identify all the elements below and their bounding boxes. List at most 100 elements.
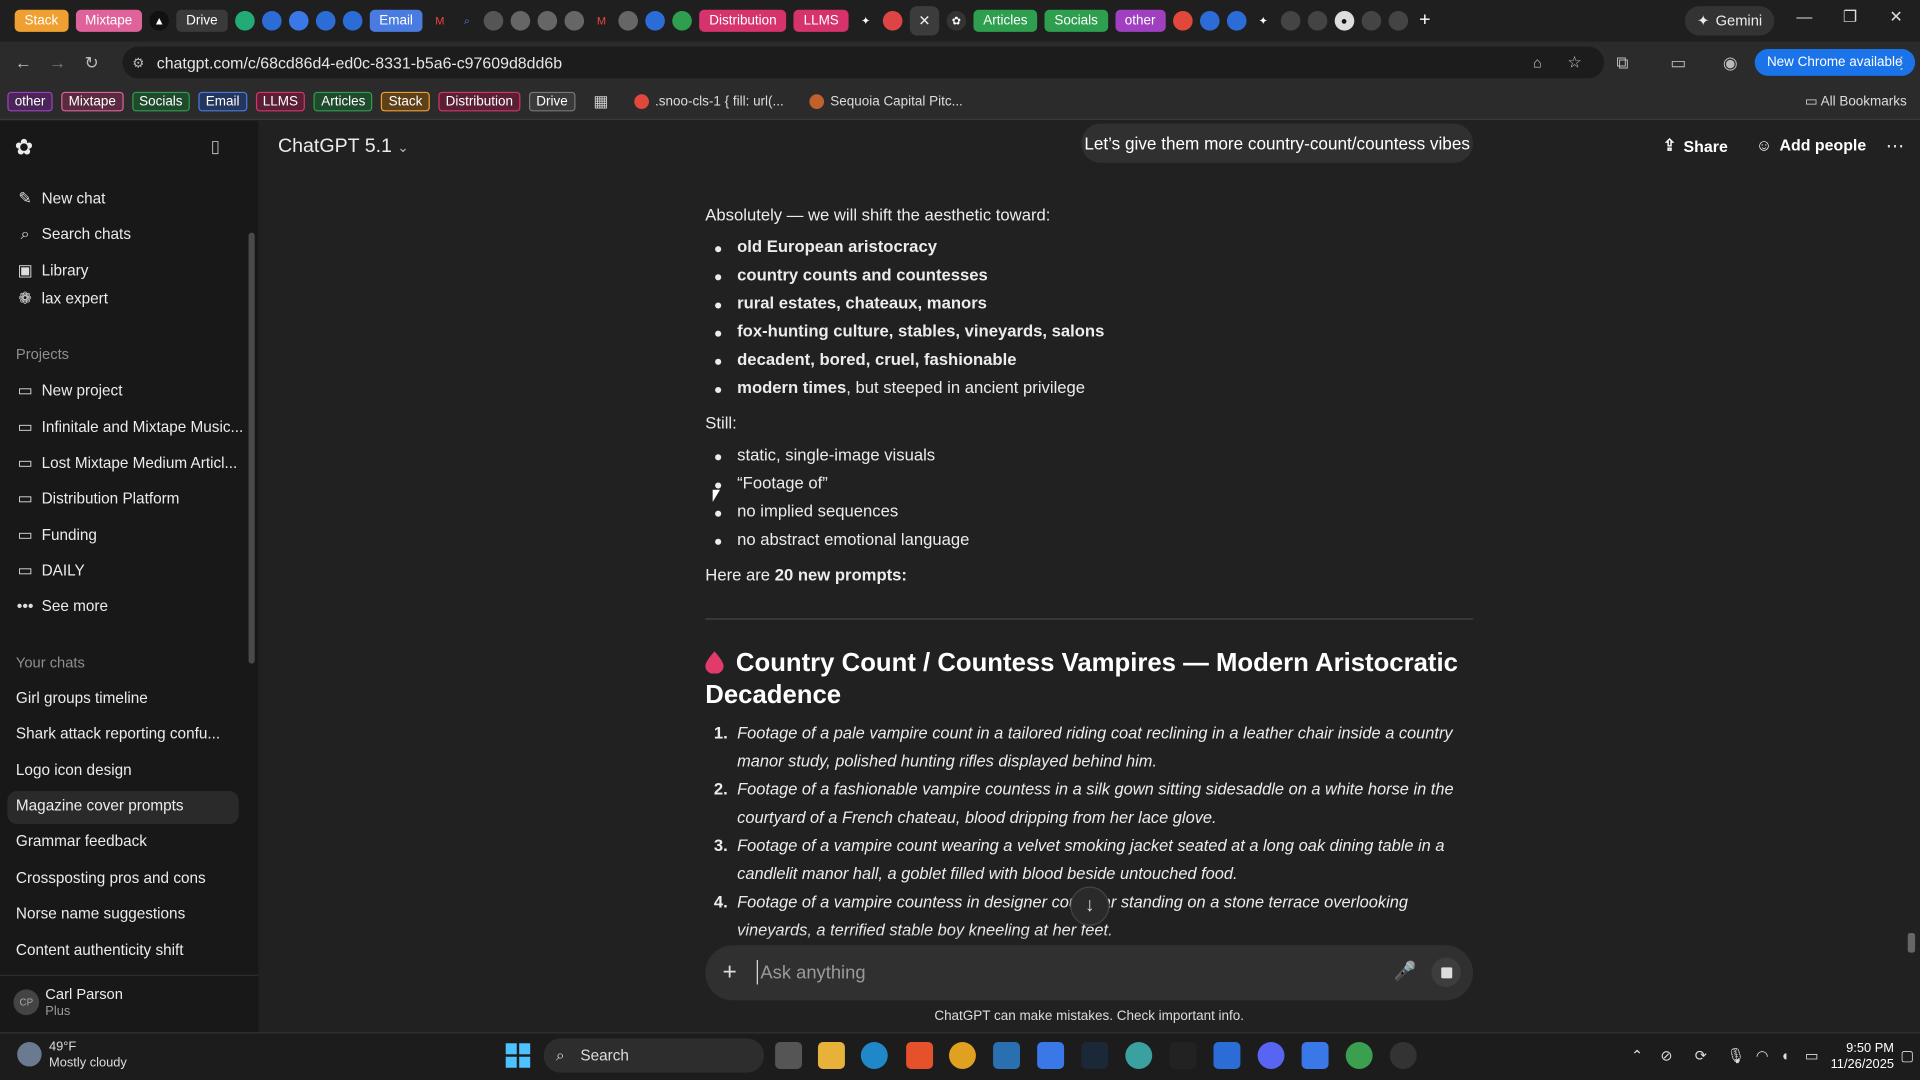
tab-group-stack[interactable]: Stack (14, 9, 68, 32)
drive-icon[interactable] (234, 11, 255, 31)
volume-icon[interactable]: ◖ (1780, 1047, 1789, 1064)
tab-favicon-icon[interactable] (1226, 11, 1247, 31)
bookmark-folder-drive[interactable]: Drive (528, 91, 576, 111)
microphone-icon[interactable]: 🎤 (1393, 960, 1416, 982)
tab-favicon-icon[interactable] (342, 11, 363, 31)
bookmark-link[interactable]: Sequoia Capital Pitc... (809, 93, 963, 109)
edge-icon[interactable] (860, 1042, 888, 1069)
tab-favicon-icon[interactable]: ⌕ (457, 11, 477, 31)
bookmark-folder-llms[interactable]: LLMS (255, 91, 306, 111)
tab-group-articles[interactable]: Articles (973, 9, 1038, 32)
chat-item[interactable]: Crossposting pros and cons (16, 869, 206, 886)
active-tab-close-icon[interactable]: ✕ (909, 6, 940, 36)
back-icon[interactable]: ← (15, 53, 32, 73)
tab-group-llms[interactable]: LLMS (793, 9, 849, 32)
tab-favicon-icon[interactable] (1388, 11, 1408, 31)
window-close-icon[interactable]: ✕ (1889, 7, 1902, 27)
taskbar-search[interactable]: ⌕ Search (543, 1038, 765, 1073)
more-options-icon[interactable]: ⋯ (1886, 135, 1904, 157)
tab-group-mixtape[interactable]: Mixtape (75, 9, 143, 32)
tab-favicon-icon[interactable] (882, 11, 903, 31)
chat-item[interactable]: Grammar feedback (16, 833, 147, 850)
github-icon[interactable]: ● (1334, 11, 1354, 31)
chevron-up-icon[interactable]: ⌃ (1631, 1047, 1643, 1064)
tab-favicon-icon[interactable] (1199, 11, 1220, 31)
chat-item[interactable]: Content authenticity shift (16, 942, 184, 959)
minimize-icon[interactable]: — (1796, 7, 1812, 25)
extensions-icon[interactable]: ⧉ (1616, 53, 1628, 74)
tab-favicon-icon[interactable] (645, 11, 666, 31)
new-chat-button[interactable]: ✎ New chat (16, 188, 105, 207)
sparkle-icon[interactable]: ✦ (1253, 11, 1273, 31)
app-icon[interactable] (1169, 1042, 1197, 1069)
tab-group-drive[interactable]: Drive (176, 9, 228, 32)
see-more-button[interactable]: ••• See more (16, 596, 108, 614)
app-icon[interactable] (1213, 1042, 1241, 1069)
all-bookmarks-button[interactable]: ▭ All Bookmarks (1805, 93, 1907, 109)
reddit-icon[interactable] (1172, 11, 1193, 31)
tab-favicon-icon[interactable] (672, 11, 693, 31)
chatgpt-tab-icon[interactable]: ✿ (946, 11, 967, 31)
tab-favicon-icon[interactable] (564, 11, 585, 31)
new-chrome-available-button[interactable]: New Chrome available (1754, 48, 1915, 76)
add-attachment-icon[interactable]: + (722, 959, 736, 987)
bookmark-folder-socials[interactable]: Socials (131, 91, 190, 111)
search-chats-button[interactable]: ⌕ Search chats (16, 223, 131, 242)
gmail-icon[interactable]: M (430, 11, 450, 31)
bookmark-folder-stack[interactable]: Stack (381, 91, 430, 111)
bookmark-folder-email[interactable]: Email (198, 91, 247, 111)
docs-icon[interactable] (288, 11, 309, 31)
tab-group-distribution[interactable]: Distribution (699, 9, 787, 32)
forward-icon[interactable]: → (49, 53, 66, 73)
bookmark-folder-other[interactable]: other (7, 91, 53, 111)
notification-icon[interactable]: ▢ (1900, 1047, 1914, 1064)
chat-item[interactable]: Shark attack reporting confu... (16, 725, 220, 742)
steam-icon[interactable] (1081, 1042, 1109, 1069)
chrome-menu-icon[interactable]: ⋮ (1893, 53, 1910, 74)
bookmark-folder-distribution[interactable]: Distribution (438, 91, 521, 111)
discord-icon[interactable] (1257, 1042, 1285, 1069)
gmail-icon[interactable]: M (592, 11, 612, 31)
tab-favicon-icon[interactable] (261, 11, 282, 31)
chatgpt-app-icon[interactable] (1389, 1042, 1417, 1069)
share-button[interactable]: ⇪ Share (1663, 136, 1728, 156)
prompt-input[interactable] (756, 960, 1369, 985)
tab-favicon-icon[interactable] (483, 11, 504, 31)
profile-icon[interactable]: ◉ (1723, 53, 1738, 74)
chat-item[interactable]: Logo icon design (16, 762, 132, 779)
clock[interactable]: 9:50 PM 11/26/2025 (1831, 1041, 1894, 1073)
chrome-icon[interactable] (948, 1042, 976, 1069)
library-button[interactable]: ▣ Library (16, 260, 89, 279)
tab-favicon-icon[interactable] (1361, 11, 1381, 31)
restore-icon[interactable]: ❐ (1843, 7, 1857, 27)
project-item[interactable]: ▭ Funding (16, 525, 97, 543)
sidebar-item-gpt[interactable]: ❁ lax expert (16, 288, 108, 307)
bookmark-folder-articles[interactable]: Articles (313, 91, 373, 111)
task-view-icon[interactable] (775, 1042, 803, 1069)
wifi-icon[interactable]: ◠ (1756, 1047, 1769, 1064)
tab-favicon-icon[interactable] (1280, 11, 1300, 31)
tab-favicon-icon[interactable]: ▲ (149, 11, 170, 31)
bookmark-star-icon[interactable]: ☆ (1567, 53, 1581, 73)
tab-favicon-icon[interactable] (315, 11, 336, 31)
main-scrollbar-thumb[interactable] (1907, 933, 1916, 953)
avatar[interactable]: CP (13, 989, 40, 1016)
chrome-icon[interactable] (1345, 1042, 1373, 1069)
app-icon[interactable] (1301, 1042, 1329, 1069)
stop-generating-button[interactable] (1431, 957, 1461, 987)
tab-favicon-icon[interactable] (537, 11, 558, 31)
tab-group-email[interactable]: Email (369, 9, 423, 32)
bookmark-link[interactable]: .snoo-cls-1 { fill: url(... (634, 93, 784, 109)
battery-icon[interactable]: ▭ (1805, 1047, 1819, 1064)
project-item[interactable]: ▭ DAILY (16, 560, 85, 579)
side-panel-icon[interactable]: ▭ (1670, 53, 1686, 74)
reload-icon[interactable]: ↻ (84, 53, 98, 74)
chat-item[interactable]: Norse name suggestions (16, 905, 185, 922)
gemini-button[interactable]: ✦ Gemini (1684, 6, 1775, 36)
install-app-icon[interactable]: ⌂ (1533, 54, 1542, 71)
project-item[interactable]: ▭ Infinitale and Mixtape Music... (16, 417, 244, 436)
model-selector[interactable]: ChatGPT 5.1 ⌄ (278, 136, 409, 158)
add-people-button[interactable]: ☺ Add people (1756, 136, 1866, 154)
notepad-icon[interactable] (1037, 1042, 1065, 1069)
tab-favicon-icon[interactable] (510, 11, 531, 31)
